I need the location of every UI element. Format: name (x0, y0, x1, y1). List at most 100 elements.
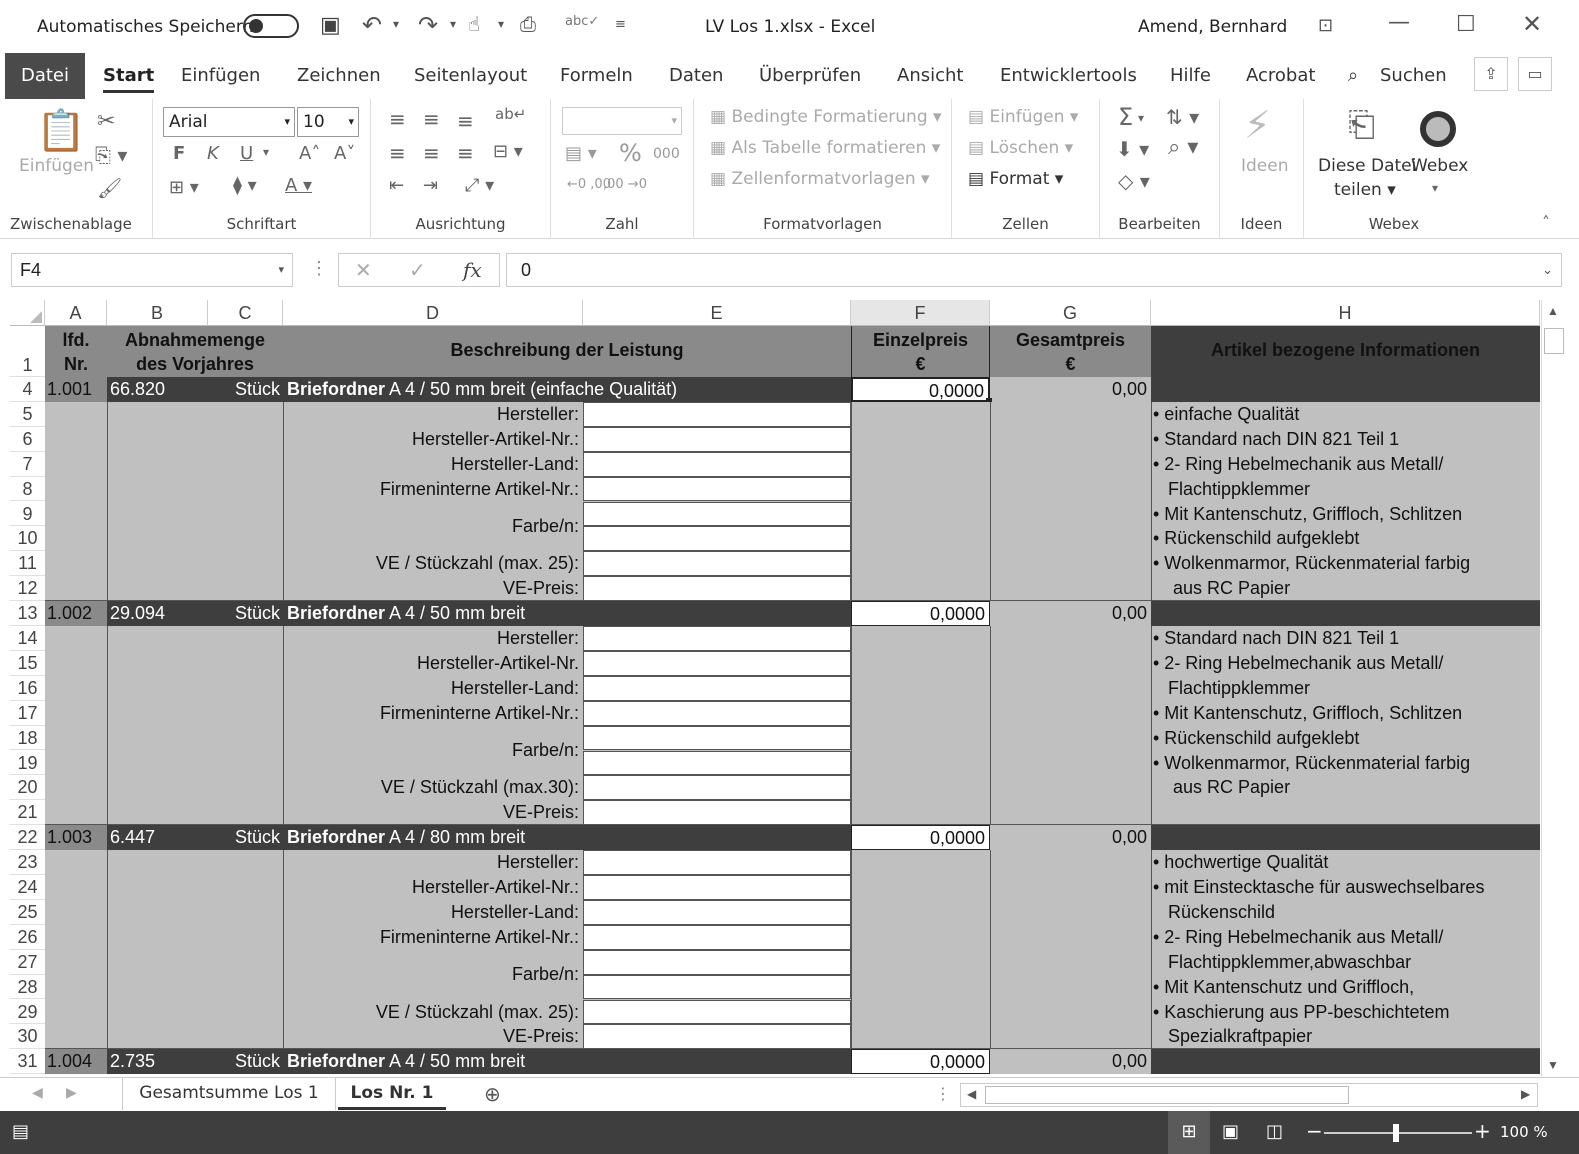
item-total-price[interactable]: 0,00 (990, 377, 1151, 402)
print-preview-icon[interactable]: ⎙ (520, 12, 536, 36)
autosum-icon[interactable]: Σ (1118, 103, 1133, 131)
close-icon[interactable]: ✕ (1522, 10, 1542, 38)
row-header[interactable]: 15 (10, 650, 45, 676)
item-unit-price-input[interactable]: 0,0000 (851, 1049, 990, 1075)
row-header[interactable]: 13 (10, 601, 45, 626)
macro-record-icon[interactable]: ▤ (12, 1121, 29, 1142)
tab-acrobat[interactable]: Acrobat (1246, 65, 1315, 86)
normal-view-icon[interactable]: ⊞ (1168, 1111, 1210, 1154)
field-input[interactable] (583, 924, 851, 950)
tab-insert[interactable]: Einfügen (181, 65, 260, 86)
accounting-format-icon[interactable]: ▤ ▾ (565, 143, 597, 164)
row-header[interactable]: 16 (10, 675, 45, 701)
item-title[interactable]: Briefordner A 4 / 50 mm breit (einfache … (283, 377, 851, 402)
ideas-button[interactable]: Ideen (1241, 156, 1289, 176)
item-title[interactable]: Briefordner A 4 / 50 mm breit (283, 1049, 851, 1074)
align-center-icon[interactable]: ≡ (423, 141, 440, 165)
orientation-icon[interactable]: ⤢ ▾ (465, 175, 494, 196)
tab-review[interactable]: Überprüfen (759, 65, 861, 86)
field-input[interactable] (583, 675, 851, 701)
horizontal-scrollbar[interactable]: ◀ ▶ (960, 1083, 1538, 1107)
item-unit[interactable]: Stück (208, 1049, 283, 1074)
thousands-icon[interactable]: 000 (653, 146, 680, 162)
row-header[interactable]: 27 (10, 949, 45, 975)
format-cells-button[interactable]: ▤ Format ▾ (968, 169, 1063, 189)
vertical-scrollbar[interactable]: ▲ ▼ (1541, 300, 1565, 1077)
field-input[interactable] (583, 800, 851, 826)
tab-file[interactable]: Datei (5, 53, 85, 99)
redo-dropdown-icon[interactable]: ▾ (450, 17, 456, 31)
field-input[interactable] (583, 451, 851, 477)
row-header[interactable]: 29 (10, 999, 45, 1025)
minimize-icon[interactable]: — (1388, 10, 1410, 35)
page-layout-view-icon[interactable]: ▣ (1222, 1121, 1239, 1142)
webex-icon[interactable] (1420, 111, 1456, 147)
row-header[interactable]: 14 (10, 626, 45, 651)
scroll-left-icon[interactable]: ◀ (967, 1087, 976, 1101)
undo-icon[interactable]: ↶ (362, 11, 382, 39)
field-input[interactable] (583, 476, 851, 502)
percent-icon[interactable]: % (619, 139, 642, 167)
item-quantity[interactable]: 2.735 (107, 1049, 208, 1074)
paste-button[interactable]: Einfügen (19, 156, 94, 176)
comments-icon[interactable]: ▭ (1518, 57, 1552, 91)
item-quantity[interactable]: 6.447 (107, 825, 208, 850)
align-bottom-icon[interactable]: ≡ (457, 109, 474, 133)
row-header[interactable]: 5 (10, 401, 45, 427)
font-color-icon[interactable]: A ▾ (285, 175, 312, 196)
col-header-h[interactable]: H (1151, 300, 1540, 326)
align-right-icon[interactable]: ≡ (457, 141, 474, 165)
cut-icon[interactable]: ✂ (97, 109, 115, 134)
row-header[interactable]: 30 (10, 1024, 45, 1050)
row-header[interactable]: 10 (10, 526, 45, 552)
wrap-text-icon[interactable]: ab↵ (495, 105, 526, 123)
sheet-tab-gesamtsumme[interactable]: Gesamtsumme Los 1 (122, 1078, 336, 1110)
font-name-select[interactable]: Arial ▾ (163, 107, 295, 137)
col-header-c[interactable]: C (208, 300, 283, 326)
row-header[interactable]: 31 (10, 1049, 45, 1075)
row-header[interactable]: 20 (10, 775, 45, 801)
touch-mode-icon[interactable]: ☝ (468, 12, 480, 36)
scroll-up-icon[interactable]: ▲ (1547, 304, 1559, 318)
field-input[interactable] (583, 999, 851, 1025)
zoom-out-icon[interactable]: − (1306, 1119, 1323, 1143)
col-header-f[interactable]: F (851, 300, 990, 326)
ribbon-display-icon[interactable]: ⊡ (1318, 15, 1333, 36)
item-unit[interactable]: Stück (208, 825, 283, 850)
item-unit-price-input[interactable]: 0,0000 (851, 601, 990, 626)
share-icon[interactable]: ⇪ (1474, 57, 1508, 91)
underline-button[interactable]: U (240, 143, 253, 164)
next-sheet-icon[interactable]: ▶ (66, 1085, 77, 1101)
add-sheet-icon[interactable]: ⊕ (484, 1082, 501, 1106)
row-header[interactable]: 28 (10, 974, 45, 1000)
field-input[interactable] (583, 401, 851, 427)
item-number[interactable]: 1.004 (45, 1049, 107, 1075)
name-box[interactable]: F4 ▾ (11, 253, 293, 287)
worksheet-grid[interactable]: A B C D E F G H 1 4 5 6 7 8 9 10 11 12 13 14 15 16 17 1… (10, 300, 1540, 1077)
horizontal-scroll-thumb[interactable] (985, 1086, 1349, 1104)
item-quantity[interactable]: 66.820 (107, 377, 208, 402)
format-painter-icon[interactable]: 🖌 (97, 176, 122, 200)
item-title[interactable]: Briefordner A 4 / 80 mm breit (283, 825, 851, 850)
row-header[interactable]: 26 (10, 924, 45, 950)
tab-data[interactable]: Daten (669, 65, 723, 86)
user-name[interactable]: Amend, Bernhard (1138, 17, 1287, 37)
grow-font-icon[interactable]: A˄ (299, 143, 320, 164)
ideas-icon[interactable]: ⚡ (1244, 103, 1271, 147)
row-header[interactable]: 19 (10, 750, 45, 776)
tab-start[interactable]: Start (103, 65, 155, 93)
item-unit-price-input[interactable]: 0,0000 (851, 825, 990, 851)
field-input[interactable] (583, 526, 851, 552)
increase-indent-icon[interactable]: ⇥ (423, 175, 438, 196)
item-unit-price-input[interactable]: 0,0000 (851, 377, 990, 402)
sheet-tab-los-nr-1[interactable]: Los Nr. 1 (338, 1078, 446, 1110)
share-file-line1[interactable]: Diese Datei (1318, 156, 1416, 176)
row-header[interactable]: 17 (10, 700, 45, 726)
field-input[interactable] (583, 1024, 851, 1050)
row-header[interactable]: 18 (10, 725, 45, 751)
field-input[interactable] (583, 576, 851, 602)
col-header-a[interactable]: A (45, 300, 107, 326)
redo-icon[interactable]: ↷ (418, 11, 438, 39)
item-total-price[interactable]: 0,00 (990, 1049, 1151, 1075)
formula-input[interactable]: 0 ⌄ (506, 253, 1562, 287)
